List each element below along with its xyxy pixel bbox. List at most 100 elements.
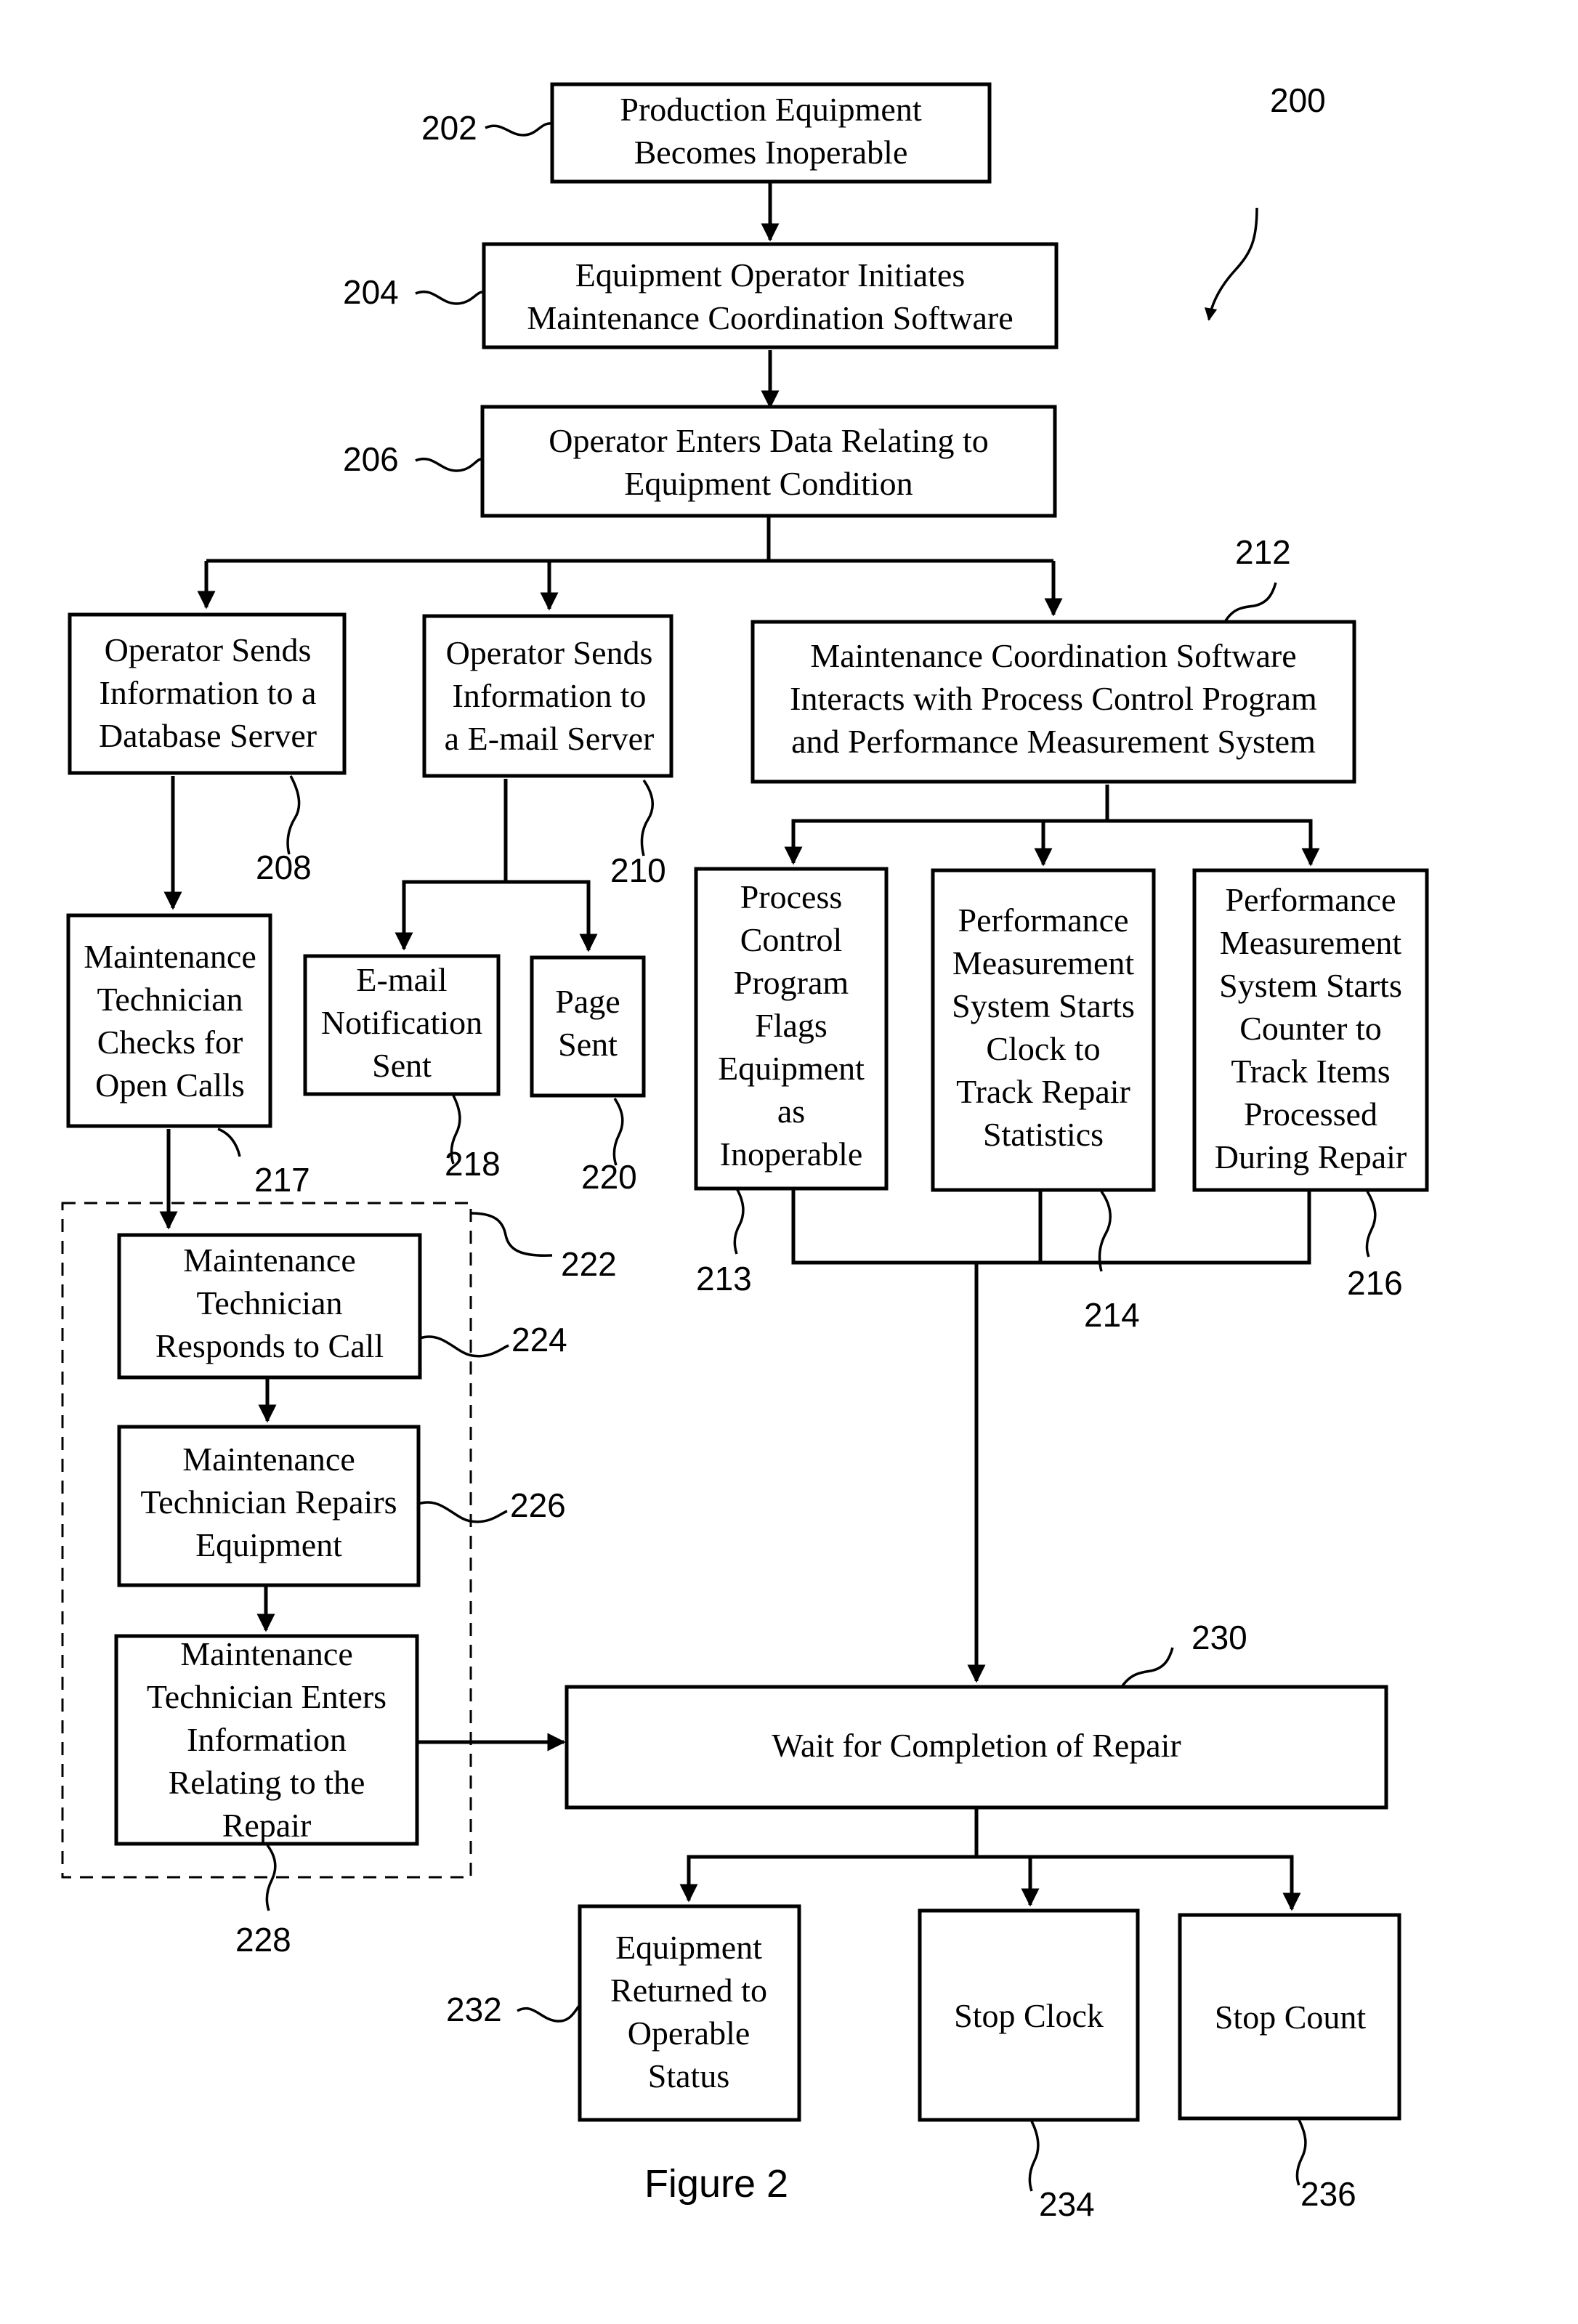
node-232: Equipment Returned to Operable Status xyxy=(578,1904,801,2122)
ref-200: 200 xyxy=(1270,81,1326,119)
ref-228: 228 xyxy=(235,1921,291,1959)
leader-214 xyxy=(1098,1190,1112,1272)
node-text-line: Repair xyxy=(222,1807,312,1844)
node-text-line: During Repair xyxy=(1215,1138,1407,1175)
node-text-line: Wait for Completion of Repair xyxy=(772,1727,1181,1764)
node-234: Stop Clock xyxy=(918,1908,1140,2122)
node-text-line: Database Server xyxy=(99,717,317,754)
node-text-line: Information xyxy=(187,1721,347,1758)
leader-220 xyxy=(612,1098,624,1166)
node-text-line: Clock to xyxy=(986,1030,1100,1067)
ref-202: 202 xyxy=(421,109,477,147)
node-text-line: Stop Clock xyxy=(954,1997,1104,2034)
leader-234 xyxy=(1028,2121,1040,2192)
flowchart-figure-2: Production Equipment Becomes Inoperable E… xyxy=(61,81,1429,2223)
node-216: Performance Measurement System Starts Count… xyxy=(1192,868,1429,1192)
node-text-line: Maintenance xyxy=(180,1635,353,1672)
node-text-line: Measurement xyxy=(952,944,1135,981)
node-text-line: Sent xyxy=(558,1026,618,1063)
node-text-line: Status xyxy=(648,2057,729,2094)
node-text-line: Information to xyxy=(453,677,647,714)
node-202: Production Equipment Becomes Inoperable xyxy=(550,82,992,184)
node-text-line: Technician Enters xyxy=(147,1678,387,1715)
node-text-line: E-mail xyxy=(356,961,447,998)
node-text-line: Equipment Operator Initiates xyxy=(575,256,966,293)
node-text-line: Track Items xyxy=(1231,1053,1390,1090)
node-text-line: Technician xyxy=(97,981,243,1018)
node-text-line: System Starts xyxy=(1219,967,1402,1004)
node-text-line: Maintenance xyxy=(182,1441,355,1478)
node-text-line: Maintenance Coordination Software xyxy=(527,299,1013,336)
node-text-line: Statistics xyxy=(983,1116,1104,1153)
edge-merge-bus xyxy=(791,1189,1311,1265)
node-228: Maintenance Technician Enters Information R… xyxy=(114,1634,419,1846)
ref-232: 232 xyxy=(446,1991,502,2028)
node-text-line: Technician Repairs xyxy=(140,1483,397,1521)
ref-234: 234 xyxy=(1039,2185,1095,2223)
leader-213 xyxy=(733,1188,745,1255)
leader-210 xyxy=(640,779,654,857)
node-text-line: Information to a xyxy=(100,674,317,711)
node-208: Operator Sends Information to a Database S… xyxy=(68,612,347,775)
leader-216 xyxy=(1365,1191,1377,1258)
figure-caption: Figure 2 xyxy=(644,2162,788,2206)
node-224: Maintenance Technician Responds to Call xyxy=(117,1233,422,1380)
edge-230-232 xyxy=(679,1809,979,1903)
node-text-line: Measurement xyxy=(1220,924,1402,961)
ref-222: 222 xyxy=(561,1245,617,1283)
node-213: Process Control Program Flags Equipment as Ino… xyxy=(694,867,889,1191)
leader-217 xyxy=(217,1127,241,1157)
edge-212-216 xyxy=(1107,819,1320,867)
node-text-line: Stop Count xyxy=(1215,1999,1367,2036)
ref-230: 230 xyxy=(1191,1619,1247,1656)
node-text-line: Processed xyxy=(1244,1096,1377,1133)
leader-230 xyxy=(1120,1647,1174,1688)
ref-218: 218 xyxy=(445,1145,501,1183)
node-text-line: Responds to Call xyxy=(155,1327,384,1364)
node-text-line: Equipment xyxy=(615,1929,762,1966)
ref-217: 217 xyxy=(254,1161,310,1199)
node-text-line: Track Repair xyxy=(956,1073,1130,1110)
leader-206 xyxy=(415,457,483,472)
ref-208: 208 xyxy=(256,849,312,886)
figure-reference-arrow xyxy=(1204,207,1258,321)
node-text-line: Operable xyxy=(628,2015,750,2052)
leader-208 xyxy=(286,775,301,855)
node-217: Maintenance Technician Checks for Open Call… xyxy=(66,913,272,1128)
node-text: Stop Clock xyxy=(954,1997,1104,2034)
ref-214: 214 xyxy=(1084,1296,1140,1334)
node-230: Wait for Completion of Repair xyxy=(565,1685,1388,1810)
node-text-line: a E-mail Server xyxy=(445,720,655,757)
node-text: Maintenance Coordination Software Interac… xyxy=(790,637,1317,760)
node-text-line: Becomes Inoperable xyxy=(634,134,908,171)
node-text-line: Control xyxy=(740,921,843,958)
leader-202 xyxy=(485,122,553,137)
node-214: Performance Measurement System Starts Clock… xyxy=(931,868,1156,1192)
node-text-line: Performance xyxy=(1226,881,1396,918)
node-text-line: Operator Sends xyxy=(446,634,653,671)
edge-210-218 xyxy=(394,779,508,951)
node-206: Operator Enters Data Relating to Equipmen… xyxy=(480,405,1057,518)
leader-226 xyxy=(418,1501,508,1523)
node-text-line: Process xyxy=(740,878,843,915)
leader-212 xyxy=(1223,582,1277,623)
node-text-line: Maintenance xyxy=(84,938,256,975)
node-218: E-mail Notification Sent xyxy=(303,954,501,1096)
node-text-line: Inoperable xyxy=(720,1135,863,1173)
node-text-line: System Starts xyxy=(952,987,1135,1024)
node-text: Operator Sends Information to a Database S… xyxy=(99,631,317,754)
edge-212-213 xyxy=(784,785,1109,865)
node-text-line: Production Equipment xyxy=(620,91,921,128)
ref-216: 216 xyxy=(1347,1264,1403,1302)
node-text: Stop Count xyxy=(1215,1999,1367,2036)
ref-213: 213 xyxy=(696,1260,752,1297)
leader-224 xyxy=(419,1335,509,1358)
node-text-line: Equipment Condition xyxy=(624,465,913,502)
ref-210: 210 xyxy=(610,851,666,889)
node-text-line: Operator Sends xyxy=(105,631,312,668)
node-text-line: Flags xyxy=(755,1007,828,1044)
node-text-line: Equipment xyxy=(195,1526,342,1563)
ref-226: 226 xyxy=(510,1486,566,1524)
node-text-line: Page xyxy=(555,983,620,1020)
leader-232 xyxy=(517,2004,581,2023)
